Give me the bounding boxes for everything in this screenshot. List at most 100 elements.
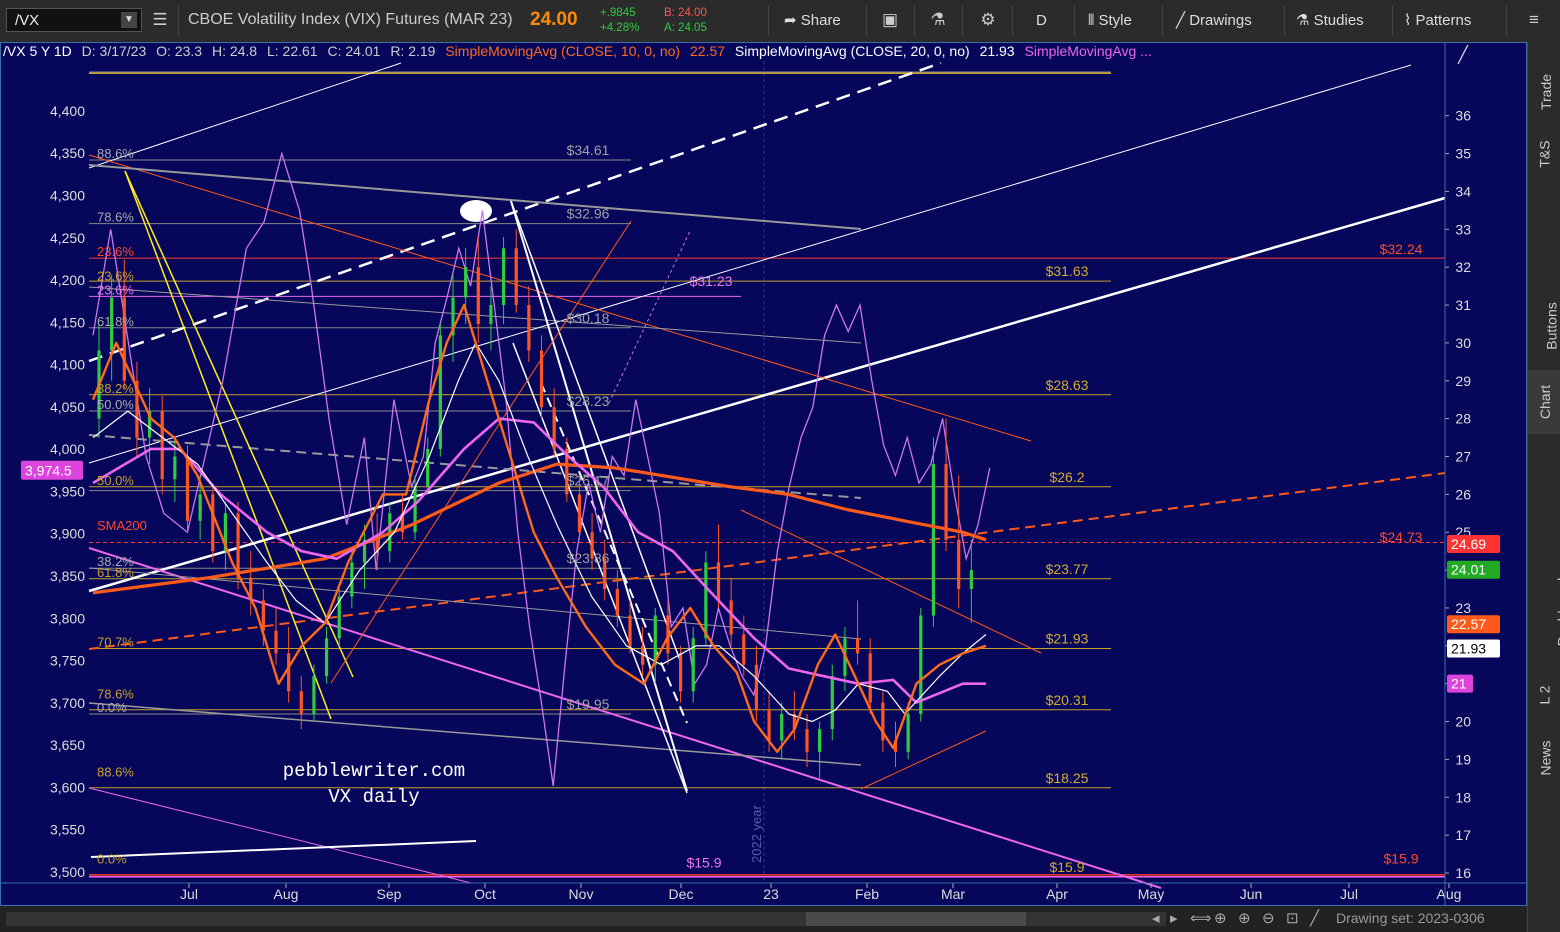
gear-icon[interactable]: ⚙ <box>976 8 1000 32</box>
tab-phase-scores[interactable]: Phase Scores <box>1528 440 1560 556</box>
style-button[interactable]: ⫴ Style <box>1088 8 1132 34</box>
tab-trade[interactable]: Trade <box>1528 62 1560 122</box>
candle-body <box>312 676 316 714</box>
candle-body <box>855 638 860 654</box>
tab-label: Chart <box>1537 384 1554 420</box>
tab-t-s[interactable]: T&S <box>1528 130 1560 178</box>
tab-dashboard[interactable]: Dashboard <box>1528 562 1560 662</box>
tab-news[interactable]: News <box>1528 726 1560 790</box>
zoom-out-icon[interactable]: ⊖ <box>1262 909 1275 927</box>
tab-label: News <box>1537 740 1554 776</box>
scrollbar-thumb[interactable] <box>806 912 1026 926</box>
tab-label: Buttons <box>1543 302 1560 350</box>
right-axis-label: 16 <box>1455 865 1471 881</box>
left-axis-label: 3,750 <box>50 653 85 669</box>
draw-line-icon[interactable]: ╱ <box>1310 909 1319 927</box>
info-sma-more[interactable]: SimpleMovingAvg ... <box>1025 43 1152 59</box>
left-axis-label: 3,700 <box>50 695 85 711</box>
right-axis-label: 18 <box>1455 789 1471 805</box>
candle-body <box>830 676 834 730</box>
scroll-left-icon[interactable]: ◂ <box>1152 909 1160 927</box>
fib-level-label: $20.31 <box>1046 692 1089 708</box>
right-axis-label: 35 <box>1455 146 1471 162</box>
fib-percent-label: 23.6% <box>97 244 134 259</box>
symbol-input[interactable]: /VX ▼ <box>6 8 142 32</box>
gray-level-label: $19.95 <box>567 696 610 712</box>
drawing-tool-icon[interactable]: ╱ <box>1451 45 1475 67</box>
flask-icon[interactable]: ⚗ <box>926 8 950 32</box>
scroll-right-icon[interactable]: ▸ <box>1170 909 1178 927</box>
tab-label: L 2 <box>1536 685 1553 705</box>
patterns-button[interactable]: ⌇ Patterns <box>1404 8 1471 34</box>
fib-percent-label: 23.6% <box>97 282 134 297</box>
pan-icon[interactable]: ⟺ <box>1190 909 1212 927</box>
right-axis-label: 36 <box>1455 108 1471 124</box>
gray-level-label: $30.18 <box>567 310 610 326</box>
chart-area[interactable]: $31.63 $28.63 $26.2 $23.77 $21.93 $20.31 $18.2… <box>0 42 1527 906</box>
drawing-set-label[interactable]: Drawing set: 2023-0306 <box>1336 910 1485 926</box>
zoom-in-icon[interactable]: ⊕ <box>1238 909 1251 927</box>
flask-icon: ⚗ <box>1296 12 1310 29</box>
pink-level-label: $15.9 <box>686 854 721 870</box>
tab-chart[interactable]: Chart <box>1528 370 1560 434</box>
horizontal-scrollbar[interactable] <box>6 912 1166 926</box>
grid-layout-icon[interactable]: ▣ <box>878 8 902 32</box>
candle-style-icon: ⫴ <box>1088 12 1095 29</box>
share-button[interactable]: ➦ Share <box>784 8 841 34</box>
right-axis-label: 19 <box>1455 751 1471 767</box>
chart-canvas[interactable]: $31.63 $28.63 $26.2 $23.77 $21.93 $20.31 $18.2… <box>1 43 1526 905</box>
candle-body <box>539 350 544 408</box>
fib-percent-label: 88.6% <box>97 146 134 161</box>
short-white-line <box>90 840 477 858</box>
info-close: C: 24.01 <box>327 43 381 59</box>
candle-body <box>805 729 809 752</box>
fib-percent-label: SMA200 <box>97 518 147 533</box>
candle-body <box>299 691 303 714</box>
fit-icon[interactable]: ⊡ <box>1286 909 1299 927</box>
right-axis-label: 34 <box>1455 183 1471 199</box>
drawings-button[interactable]: ╱ Drawings <box>1176 8 1252 34</box>
x-axis-label: Nov <box>569 886 594 902</box>
price-tag-label: 22.57 <box>1451 616 1486 632</box>
crosshair-icon[interactable]: ⊕ <box>1214 909 1227 927</box>
fib-level-label: $15.9 <box>1049 859 1084 875</box>
left-axis-label: 3,950 <box>50 483 85 499</box>
left-axis-label: 4,300 <box>50 187 85 203</box>
toolbar-divider <box>768 6 769 36</box>
period-button[interactable]: D <box>1036 8 1047 34</box>
info-open: O: 23.3 <box>156 43 203 59</box>
toolbar-divider <box>866 6 867 36</box>
candle-body <box>754 664 759 711</box>
tab-active-trader[interactable]: Active Trader <box>1528 182 1560 282</box>
purple-dotted-line <box>608 228 692 404</box>
toolbar-divider <box>1392 6 1393 36</box>
right-axis-label: 29 <box>1455 373 1471 389</box>
price-tag-label: 21.93 <box>1451 640 1486 656</box>
candle-body <box>476 267 480 324</box>
candle-body <box>577 494 582 533</box>
candle-body <box>160 411 164 480</box>
candle-body <box>957 539 961 590</box>
left-axis-label: 4,400 <box>50 103 85 119</box>
sliders-icon[interactable]: ☰ <box>148 8 172 32</box>
candle-body <box>501 248 506 306</box>
candle-body <box>122 297 126 381</box>
candle-body <box>931 464 936 616</box>
candle-body <box>426 448 430 487</box>
x-axis-label: Sep <box>377 886 402 902</box>
candle-body <box>198 494 202 521</box>
left-axis-label: 3,650 <box>50 737 85 753</box>
menu-icon[interactable]: ≡ <box>1522 8 1546 32</box>
right-axis-label: 23 <box>1455 600 1471 616</box>
candle-body <box>716 562 721 601</box>
fib-level-label: $31.63 <box>1046 263 1089 279</box>
studies-button[interactable]: ⚗ Studies <box>1296 8 1364 34</box>
net-change-value: +.9845 <box>600 7 636 19</box>
tab-label: T&S <box>1536 140 1553 168</box>
right-axis-label: 31 <box>1455 297 1471 313</box>
symbol-text: /VX <box>15 12 40 29</box>
year-marker-label: 2022 year <box>749 805 764 863</box>
tab-l-2[interactable]: L 2 <box>1528 670 1560 720</box>
tab-buttons[interactable]: Buttons <box>1528 288 1560 364</box>
chevron-down-icon[interactable]: ▼ <box>121 12 137 28</box>
